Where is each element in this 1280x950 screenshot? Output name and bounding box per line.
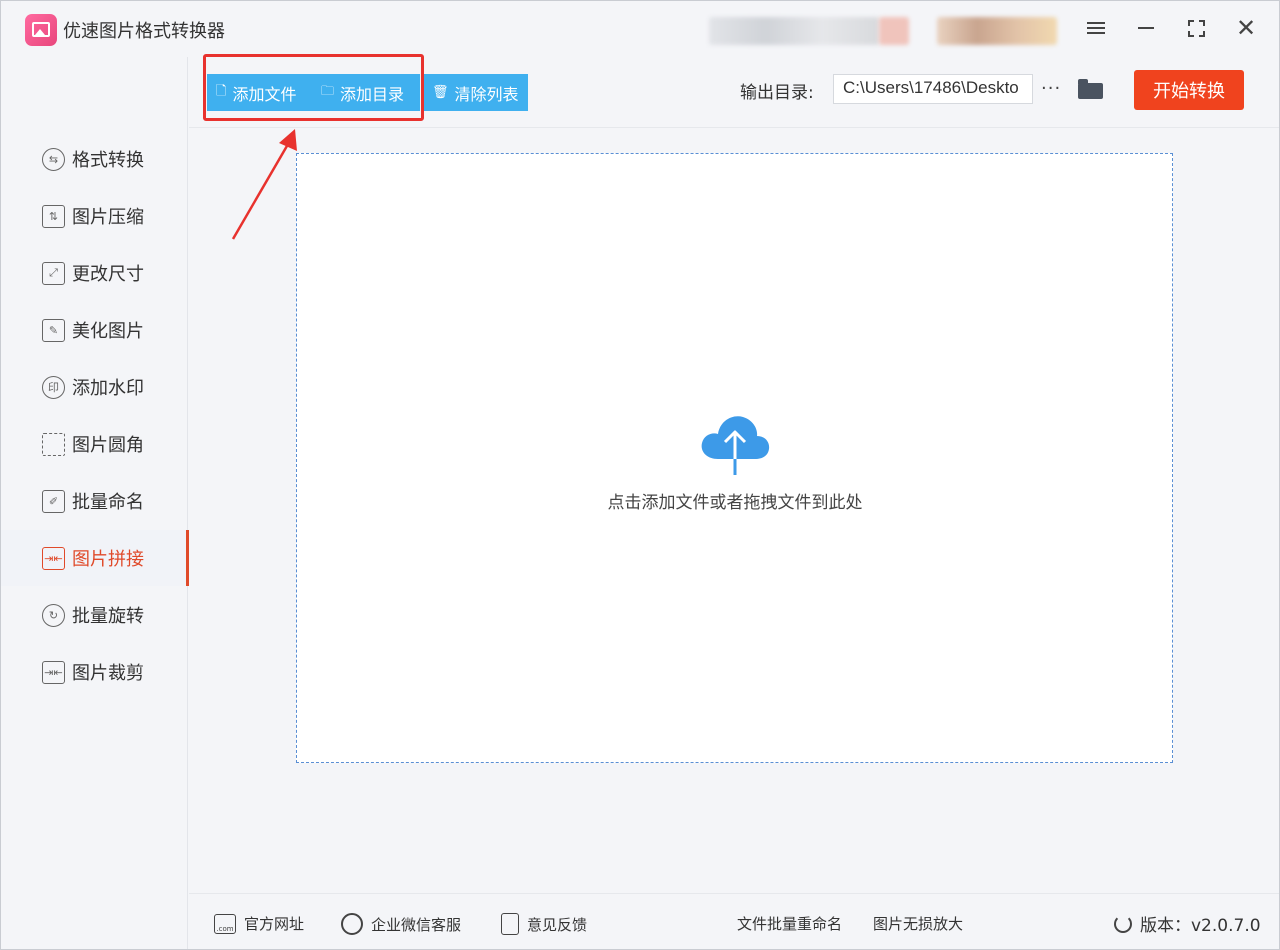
sidebar-item-watermark[interactable]: 印 添加水印 — [1, 359, 188, 415]
close-button[interactable]: ✕ — [1229, 13, 1263, 43]
sidebar-item-resize[interactable]: ⤢ 更改尺寸 — [1, 245, 188, 301]
add-file-button[interactable]: 🗋 添加文件 — [207, 74, 312, 111]
watermark-icon: 印 — [42, 375, 65, 399]
official-website-link[interactable]: .com 官方网址 — [214, 913, 304, 934]
start-convert-button[interactable]: 开始转换 — [1134, 70, 1244, 110]
wechat-support-link[interactable]: 企业微信客服 — [341, 913, 461, 935]
crop-icon: ⇥⇤ — [42, 660, 65, 684]
sidebar-item-label: 图片压缩 — [72, 207, 144, 228]
batch-rename-link[interactable]: 文件批量重命名 — [737, 913, 842, 934]
wechat-label: 企业微信客服 — [371, 915, 462, 934]
beautify-icon: ✎ — [42, 318, 65, 342]
clear-list-label: 清除列表 — [454, 84, 519, 104]
sidebar-item-compress[interactable]: ⇅ 图片压缩 — [1, 188, 188, 244]
title-bar: 优速图片格式转换器 ✕ — [1, 1, 1279, 57]
sidebar-item-label: 图片圆角 — [72, 435, 144, 456]
file-icon: 🗋 — [216, 83, 227, 99]
sidebar-item-label: 添加水印 — [72, 378, 144, 399]
sidebar-item-format-convert[interactable]: ⇆ 格式转换 — [1, 131, 188, 187]
website-icon: .com — [214, 913, 236, 934]
sidebar-item-label: 批量命名 — [72, 492, 144, 513]
sidebar-item-rotate[interactable]: ↻ 批量旋转 — [1, 587, 188, 643]
sidebar-item-batch-rename[interactable]: ✐ 批量命名 — [1, 473, 188, 529]
refresh-icon — [1114, 914, 1132, 933]
minimize-icon — [1138, 27, 1154, 29]
chat-icon — [341, 913, 363, 935]
compress-icon: ⇅ — [42, 204, 65, 228]
output-dir-input[interactable]: C:\Users\17486\Deskto — [833, 74, 1033, 104]
output-dir-label: 输出目录: — [740, 83, 814, 103]
blurred-username — [937, 17, 1057, 45]
lossless-enlarge-link[interactable]: 图片无损放大 — [873, 913, 963, 934]
maximize-button[interactable] — [1179, 13, 1213, 43]
resize-icon: ⤢ — [42, 261, 65, 285]
sidebar: ⇆ 格式转换 ⇅ 图片压缩 ⤢ 更改尺寸 ✎ 美化图片 印 添加水印 图片圆角 … — [1, 57, 189, 949]
website-label: 官方网址 — [244, 915, 305, 933]
hamburger-icon — [1087, 19, 1105, 37]
merge-icon: ⇥⇤ — [42, 546, 65, 570]
sidebar-item-label: 更改尺寸 — [72, 264, 144, 285]
add-folder-button[interactable]: 🗀 添加目录 — [312, 74, 420, 111]
minimize-button[interactable] — [1129, 13, 1163, 43]
sidebar-item-beautify[interactable]: ✎ 美化图片 — [1, 302, 188, 358]
sidebar-item-label: 图片拼接 — [72, 549, 144, 570]
feedback-link[interactable]: 意见反馈 — [501, 913, 587, 935]
app-title: 优速图片格式转换器 — [63, 21, 225, 42]
sidebar-item-round-corner[interactable]: 图片圆角 — [1, 416, 188, 472]
drop-hint-text: 点击添加文件或者拖拽文件到此处 — [607, 493, 863, 513]
close-icon: ✕ — [1235, 14, 1257, 42]
browse-more-button[interactable]: ··· — [1041, 78, 1061, 99]
trash-icon: 🗑 — [432, 85, 449, 100]
sidebar-item-merge[interactable]: ⇥⇤ 图片拼接 — [1, 530, 189, 586]
sidebar-item-label: 图片裁剪 — [72, 663, 144, 684]
maximize-icon — [1187, 19, 1205, 37]
menu-button[interactable] — [1079, 13, 1113, 43]
sidebar-item-crop[interactable]: ⇥⇤ 图片裁剪 — [1, 644, 188, 700]
add-file-label: 添加文件 — [232, 84, 297, 104]
blurred-avatar — [879, 17, 909, 45]
feedback-label: 意见反馈 — [527, 915, 588, 934]
blurred-account-info — [709, 17, 879, 45]
round-corner-icon — [42, 432, 65, 456]
app-logo-icon — [25, 14, 57, 46]
rename-icon: ✐ — [42, 489, 65, 513]
clear-list-button[interactable]: 🗑 清除列表 — [422, 74, 528, 111]
open-folder-icon[interactable] — [1078, 79, 1103, 99]
version-info[interactable]: 版本：v2.0.7.0 — [1114, 911, 1261, 936]
cloud-upload-icon — [701, 416, 770, 475]
feedback-icon — [501, 913, 519, 935]
rotate-icon: ↻ — [42, 603, 65, 627]
sidebar-item-label: 格式转换 — [72, 150, 144, 171]
sidebar-item-label: 批量旋转 — [72, 606, 144, 627]
sidebar-item-label: 美化图片 — [72, 321, 144, 342]
version-label: 版本：v2.0.7.0 — [1140, 916, 1261, 936]
convert-icon: ⇆ — [42, 147, 65, 171]
app-window: 优速图片格式转换器 ✕ ⇆ 格式转换 ⇅ 图片压缩 ⤢ 更改尺寸 ✎ 美化图片 … — [0, 0, 1280, 950]
add-folder-label: 添加目录 — [340, 84, 405, 104]
folder-outline-icon: 🗀 — [321, 83, 335, 99]
